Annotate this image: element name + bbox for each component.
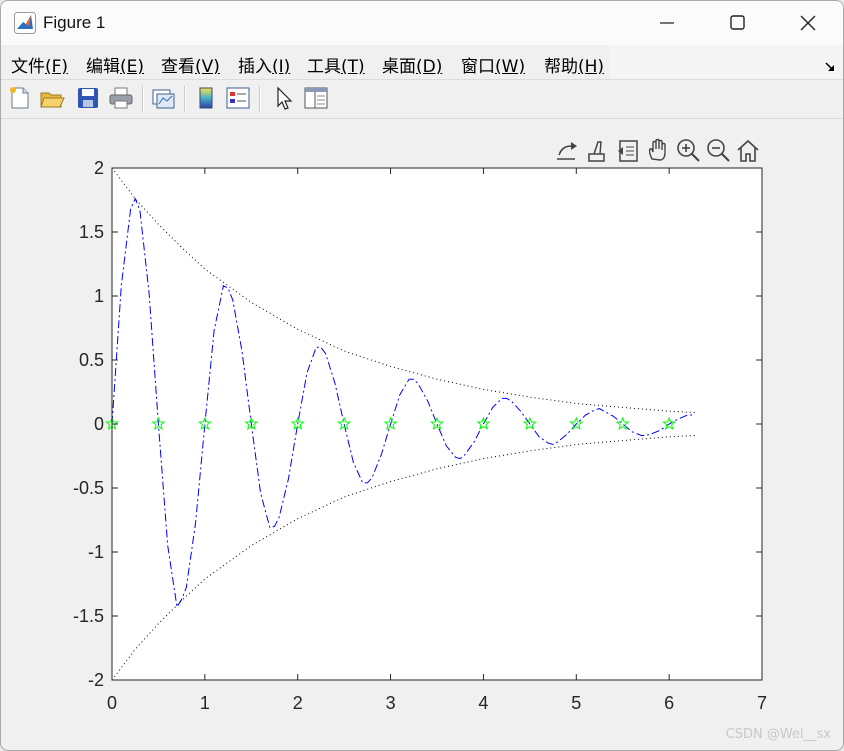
x-tick-label: 3 (386, 693, 396, 713)
y-tick-label: 0.5 (79, 350, 104, 370)
y-tick-label: 1 (94, 286, 104, 306)
x-tick-label: 4 (478, 693, 488, 713)
x-tick-label: 6 (664, 693, 674, 713)
y-tick-label: -1.5 (73, 606, 104, 626)
x-tick-label: 2 (293, 693, 303, 713)
x-tick-label: 0 (107, 693, 117, 713)
axes-background[interactable] (112, 168, 762, 680)
figure-window: Figure 1 文件(F) 编辑(E) 查看(V) 插入(I) 工具(T) 桌… (0, 0, 844, 751)
plot-area: 0 1 2 3 4 5 6 7 2 1.5 1 0.5 0 -0.5 -1 -1.5 -2 (73, 158, 767, 713)
y-tick-label: 2 (94, 158, 104, 178)
y-tick-label: -2 (88, 670, 104, 690)
y-tick-label: -1 (88, 542, 104, 562)
y-tick-label: 0 (94, 414, 104, 434)
x-tick-label: 5 (571, 693, 581, 713)
x-tick-label: 1 (200, 693, 210, 713)
y-tick-label: -0.5 (73, 478, 104, 498)
watermark-text: CSDN @Wei__sx (725, 727, 831, 742)
x-tick-label: 7 (757, 693, 767, 713)
y-tick-label: 1.5 (79, 222, 104, 242)
